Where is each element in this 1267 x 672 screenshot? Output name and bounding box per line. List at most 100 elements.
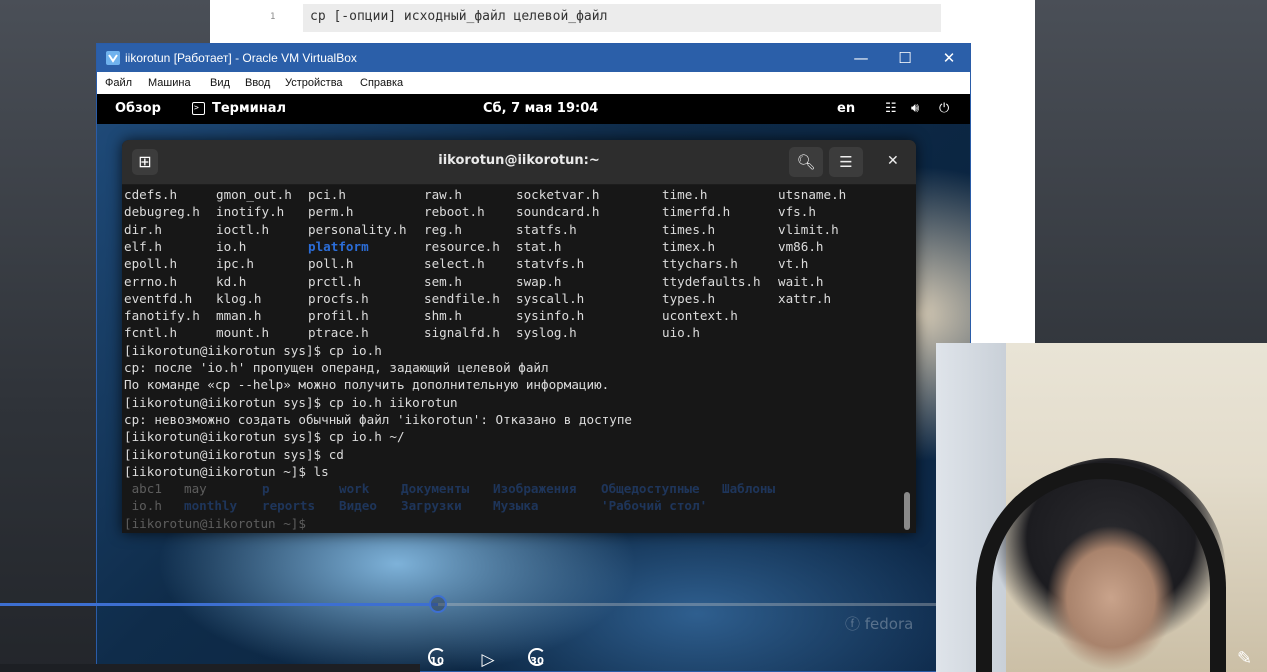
ls-entry: ioctl.h	[216, 221, 270, 237]
rewind-button[interactable]: 10	[424, 648, 450, 667]
ls-home-entry: Музыка	[493, 498, 539, 514]
ls-entry: kd.h	[216, 273, 247, 289]
ls-entry: fcntl.h	[124, 325, 178, 341]
ls-entry: syscall.h	[516, 290, 585, 306]
webcam-overlay	[936, 343, 1267, 672]
ls-entry: ttydefaults.h	[662, 273, 761, 289]
code-line: cp [-опции] исходный_файл целевой_файл	[310, 9, 608, 24]
ls-entry: vlimit.h	[778, 221, 839, 237]
ls-entry: profil.h	[308, 308, 369, 324]
ls-entry: poll.h	[308, 256, 354, 272]
ls-entry: fanotify.h	[124, 308, 200, 324]
activities-button[interactable]: Обзор	[115, 101, 161, 116]
gnome-top-bar: Обзор > Терминал Сб, 7 мая 19:04 en ☷ 🔊︎…	[97, 94, 970, 124]
volume-icon[interactable]: 🔊︎	[911, 101, 919, 116]
ls-entry: sysinfo.h	[516, 308, 585, 324]
search-icon: 🔍︎	[796, 153, 816, 171]
play-button[interactable]: ▷	[478, 650, 498, 670]
ls-entry: xattr.h	[778, 290, 832, 306]
ls-home-entry: Общедоступные	[601, 481, 700, 497]
input-language[interactable]: en	[837, 101, 855, 116]
clock[interactable]: Сб, 7 мая 19:04	[483, 101, 598, 116]
window-titlebar[interactable]: iikorotun [Работает] - Oracle VM Virtual…	[97, 44, 970, 72]
forward-button[interactable]: 30	[524, 648, 550, 667]
ls-home-entry: Видео	[339, 498, 377, 514]
ls-home-entry: Изображения	[493, 481, 577, 497]
ls-entry: mman.h	[216, 308, 262, 324]
hamburger-menu-button[interactable]: ☰	[829, 147, 863, 177]
app-menu-terminal[interactable]: Терминал	[212, 101, 286, 116]
ls-entry: cdefs.h	[124, 187, 178, 202]
ls-entry: resource.h	[424, 238, 500, 254]
ls-entry: errno.h	[124, 273, 178, 289]
terminal-line: [iikorotun@iikorotun sys]$ cp io.h	[124, 342, 382, 358]
progress-knob[interactable]	[429, 595, 447, 613]
menu-help[interactable]: Справка	[360, 77, 403, 89]
ls-entry: times.h	[662, 221, 716, 237]
ls-entry: timex.h	[662, 238, 716, 254]
ls-entry: utsname.h	[778, 187, 847, 202]
ls-entry: ttychars.h	[662, 256, 738, 272]
terminal-line: [iikorotun@iikorotun sys]$ cp io.h ~/	[124, 429, 405, 445]
ls-home-entry: Загрузки	[401, 498, 462, 514]
ls-entry: sem.h	[424, 273, 462, 289]
minimize-button[interactable]: —	[839, 44, 883, 72]
menu-bar: Файл Машина Вид Ввод Устройства Справка	[97, 72, 970, 95]
power-icon[interactable]: ⏻	[939, 101, 949, 116]
terminal-output[interactable]: cdefs.h gmon_out.h pci.h raw.h socketvar.h ti…	[124, 186, 904, 531]
ls-home-entry: abc1	[124, 481, 162, 497]
terminal-line: cp: невозможно создать обычный файл 'iik…	[124, 411, 632, 427]
ls-entry: inotify.h	[216, 204, 285, 220]
menu-file[interactable]: Файл	[105, 77, 132, 89]
ls-entry: klog.h	[216, 290, 262, 306]
ls-home-entry: may	[184, 481, 207, 497]
ls-entry: perm.h	[308, 204, 354, 220]
ls-entry: reboot.h	[424, 204, 485, 220]
taskbar-strip	[0, 664, 420, 672]
guest-screen: Обзор > Терминал Сб, 7 мая 19:04 en ☷ 🔊︎…	[97, 94, 970, 671]
ls-entry: wait.h	[778, 273, 824, 289]
menu-devices[interactable]: Устройства	[285, 77, 343, 89]
play-icon: ▷	[481, 650, 495, 670]
menu-input[interactable]: Ввод	[245, 77, 270, 89]
ls-entry: gmon_out.h	[216, 187, 292, 202]
rewind-seconds: 10	[430, 656, 444, 667]
terminal-line: [iikorotun@iikorotun ~]$ ls	[124, 463, 329, 479]
terminal-app-icon: >	[192, 102, 205, 115]
fedora-watermark: ⓕ fedora	[845, 615, 914, 633]
ls-home-entry: monthly	[184, 498, 238, 514]
terminal-prompt[interactable]: [iikorotun@iikorotun ~]$	[124, 515, 314, 532]
terminal-headerbar[interactable]: ⊞ iikorotun@iikorotun:~ 🔍︎ ☰ ✕	[122, 140, 916, 185]
terminal-close-button[interactable]: ✕	[887, 153, 899, 169]
ls-entry: eventfd.h	[124, 290, 193, 306]
ls-entry: dir.h	[124, 221, 162, 237]
ls-entry: debugreg.h	[124, 204, 200, 220]
ls-entry: ucontext.h	[662, 308, 738, 324]
ls-entry: raw.h	[424, 187, 462, 202]
terminal-line: cp: после 'io.h' пропущен операнд, задаю…	[124, 360, 549, 375]
ls-home-entry: Документы	[401, 481, 470, 497]
virtualbox-window: iikorotun [Работает] - Oracle VM Virtual…	[96, 43, 971, 672]
close-button[interactable]: ✕	[927, 44, 970, 72]
menu-machine[interactable]: Машина	[148, 77, 191, 89]
menu-icon: ☰	[839, 153, 853, 171]
ls-entry: epoll.h	[124, 256, 178, 272]
terminal-line: По команде «cp --help» можно получить до…	[124, 377, 610, 393]
ls-entry: shm.h	[424, 308, 462, 324]
ls-entry: signalfd.h	[424, 325, 500, 341]
pen-icon[interactable]: ✎	[1237, 648, 1259, 670]
ls-entry: uio.h	[662, 325, 700, 341]
ls-home-entry: io.h	[124, 498, 162, 514]
ls-entry: syslog.h	[516, 325, 577, 341]
code-line-number: 1	[270, 12, 276, 22]
ls-entry: swap.h	[516, 273, 562, 289]
ls-entry: time.h	[662, 187, 708, 202]
search-button[interactable]: 🔍︎	[789, 147, 823, 177]
terminal-line: [iikorotun@iikorotun sys]$ cp io.h iikor…	[124, 394, 458, 410]
network-icon[interactable]: ☷	[885, 101, 897, 116]
ls-home-entry: work	[339, 481, 370, 497]
menu-view[interactable]: Вид	[210, 77, 230, 89]
terminal-scrollbar[interactable]	[904, 492, 910, 530]
maximize-button[interactable]: ☐	[883, 44, 927, 72]
ls-entry: mount.h	[216, 325, 270, 341]
